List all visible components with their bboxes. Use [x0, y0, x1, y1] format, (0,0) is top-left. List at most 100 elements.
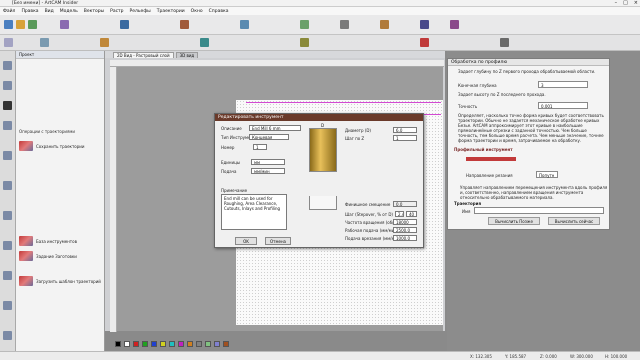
profile-machining-panel: Обработка по профилю Задает глубину по Z… [447, 58, 610, 230]
menu-raster[interactable]: Растр [110, 9, 123, 14]
close-icon[interactable]: × [634, 0, 638, 6]
top-ruler [110, 60, 444, 67]
tool-type-select[interactable]: Концевая [249, 134, 289, 140]
vector-tool-icon[interactable] [120, 20, 129, 29]
menu-vectors[interactable]: Векторы [84, 9, 104, 14]
swatch-yellow[interactable] [160, 341, 166, 347]
minimize-icon[interactable]: – [615, 0, 618, 6]
toolpath-icon[interactable] [450, 20, 459, 29]
text-insert-icon[interactable] [3, 331, 12, 340]
swatch-white[interactable] [124, 341, 130, 347]
stepover-label: Шаг (Stepover, % от D) [345, 212, 393, 217]
maximize-icon[interactable]: □ [623, 0, 628, 6]
cancel-button[interactable]: Отмена [265, 237, 291, 245]
ok-button[interactable]: OK [235, 237, 257, 245]
swatch-brown[interactable] [223, 341, 229, 347]
new-file-icon[interactable] [4, 20, 13, 29]
pan-icon[interactable] [3, 81, 12, 90]
zoom-icon[interactable] [3, 61, 12, 70]
rectangle-tool-icon[interactable] [3, 211, 12, 220]
profile-panel-title: Обработка по профилю [448, 59, 609, 66]
calc-now-button[interactable]: Вычислить сейчас [548, 217, 600, 225]
measure-icon[interactable] [420, 20, 429, 29]
calc-later-button[interactable]: Вычислить Позже [488, 217, 540, 225]
offset-icon[interactable] [300, 38, 309, 47]
select-arrow-icon[interactable] [3, 101, 12, 110]
toolpath-name-input[interactable] [474, 207, 604, 214]
swatch-blue[interactable] [151, 341, 157, 347]
star-tool-icon[interactable] [3, 271, 12, 280]
load-toolpath-template-item[interactable]: Загрузить шаблон траекторий [19, 276, 101, 286]
notes-label: Примечание [221, 188, 248, 193]
menu-edit[interactable]: Правка [21, 9, 38, 14]
tab-3d-view[interactable]: 3D вид [175, 52, 199, 58]
line-tool-icon[interactable] [3, 151, 12, 160]
name-label: Имя [462, 209, 471, 214]
units-select[interactable]: мм [251, 159, 285, 165]
vector-line-top[interactable] [246, 102, 441, 103]
swatch-cyan[interactable] [169, 341, 175, 347]
stepdown-input[interactable]: 1 [393, 135, 417, 141]
feed-units-select[interactable]: мм/мин [251, 168, 285, 174]
diameter-input[interactable]: 6.0 [393, 127, 417, 133]
arc-tool-icon[interactable] [3, 301, 12, 310]
secondary-toolbar [0, 35, 640, 51]
left-tool-strip [0, 51, 16, 351]
open-file-icon[interactable] [16, 20, 25, 29]
menu-window[interactable]: Окно [191, 9, 203, 14]
menu-help[interactable]: Справка [209, 9, 229, 14]
feed-rate-input[interactable]: 2500.0 [393, 227, 417, 233]
stepover-percent-input[interactable]: 40 [406, 211, 417, 217]
shape-tool-icon[interactable] [180, 20, 189, 29]
direction-select[interactable]: Попутн [536, 171, 558, 178]
finish-offset-input[interactable]: 0.0 [393, 201, 417, 207]
stepover-mm-input[interactable]: 2.4 [395, 211, 404, 217]
relief-tool-icon[interactable] [60, 20, 69, 29]
swatch-lightgreen[interactable] [205, 341, 211, 347]
layer-icon[interactable] [4, 38, 13, 47]
load-template-icon [19, 276, 33, 286]
menu-toolpaths[interactable]: Траектории [157, 9, 185, 14]
tolerance-input[interactable]: 0.001 [538, 102, 588, 109]
grid-icon[interactable] [340, 20, 349, 29]
plunge-rate-input[interactable]: 1000.0 [393, 235, 417, 241]
weld-icon[interactable] [500, 38, 509, 47]
menu-file[interactable]: Файл [3, 9, 15, 14]
description-input[interactable]: End Mill 6 mm [249, 125, 301, 131]
menu-reliefs[interactable]: Рельефы [130, 9, 151, 14]
tool-t-icon[interactable] [420, 38, 429, 47]
tab-2d-view[interactable]: 2D Вид - Растровый слой [113, 52, 174, 58]
swatch-gray[interactable] [196, 341, 202, 347]
align-icon[interactable] [100, 38, 109, 47]
mirror-icon[interactable] [200, 38, 209, 47]
edit-tool-dialog: Редактировать инструмент Описание End Mi… [214, 113, 424, 248]
menu-view[interactable]: Вид [45, 9, 54, 14]
material-setup-item[interactable]: Задание Заготовки [19, 251, 77, 261]
save-toolpaths-item[interactable]: Сохранить траектории [19, 141, 84, 151]
tool-selection-bar[interactable] [466, 157, 516, 161]
diameter-label: Диаметр (D) [345, 128, 371, 133]
bitmap-tool-icon[interactable] [240, 20, 249, 29]
node-tool-icon[interactable] [300, 20, 309, 29]
tool-diameter-marker: D [321, 123, 325, 128]
circle-tool-icon[interactable] [3, 181, 12, 190]
swatch-orange[interactable] [187, 341, 193, 347]
swatch-magenta[interactable] [178, 341, 184, 347]
swatch-black[interactable] [115, 341, 121, 347]
node-edit-icon[interactable] [3, 121, 12, 130]
swatch-lightblue[interactable] [214, 341, 220, 347]
toolpath-ops-heading: Операции с траекториями [19, 129, 76, 134]
transform-icon[interactable] [40, 38, 49, 47]
polygon-tool-icon[interactable] [3, 241, 12, 250]
spindle-input[interactable]: 18000 [393, 219, 417, 225]
end-depth-input[interactable]: 3 [538, 81, 588, 88]
text-tool-icon[interactable] [380, 20, 389, 29]
status-y: Y: 185.587 [505, 354, 527, 359]
swatch-red[interactable] [133, 341, 139, 347]
number-input[interactable]: 1 [253, 144, 267, 150]
menu-model[interactable]: Модель [60, 9, 78, 14]
notes-textarea[interactable]: End mill can be used for Roughing, Area … [221, 194, 287, 230]
swatch-green[interactable] [142, 341, 148, 347]
save-file-icon[interactable] [28, 20, 37, 29]
tool-database-item[interactable]: База инструментов [19, 236, 77, 246]
